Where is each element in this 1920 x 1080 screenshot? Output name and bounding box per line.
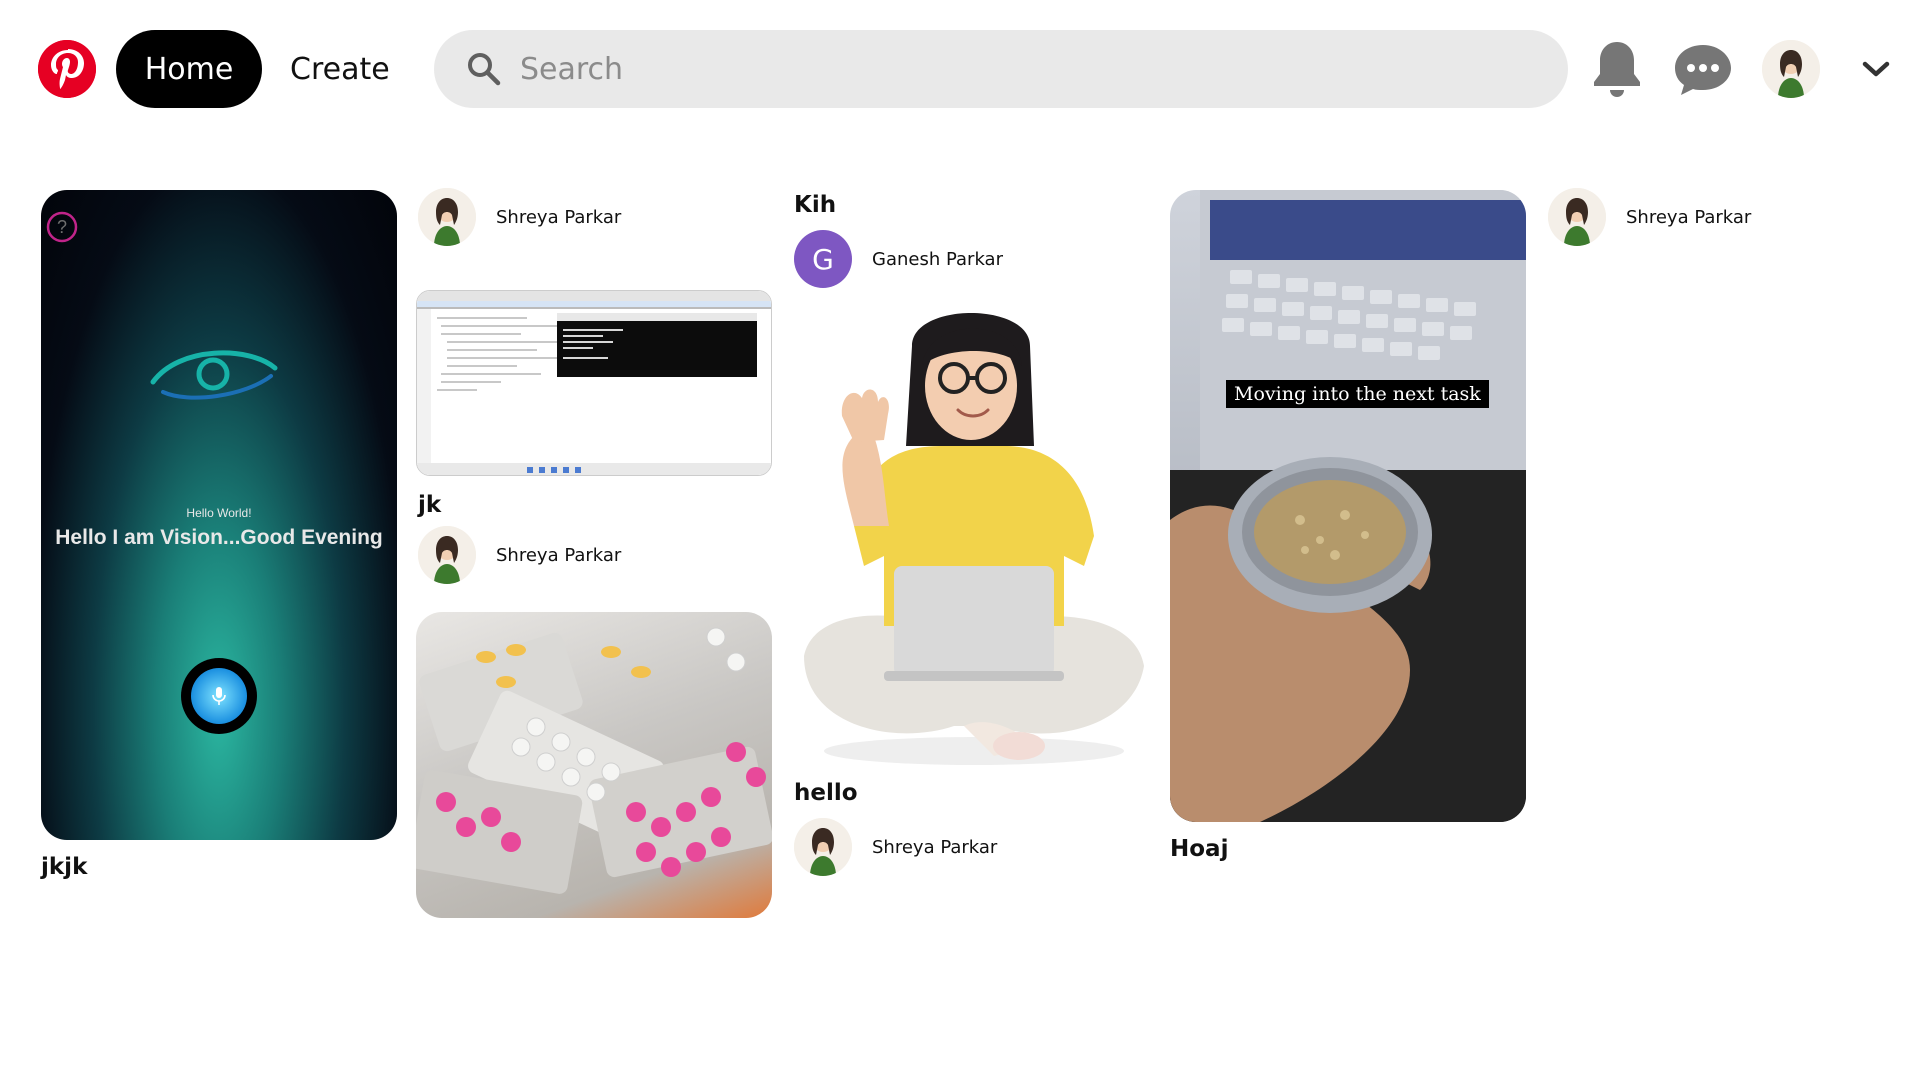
avatar	[1762, 40, 1820, 98]
svg-text:?: ?	[57, 217, 67, 237]
eye-logo-icon	[150, 350, 278, 400]
pin-title[interactable]: Kih	[794, 192, 836, 218]
search-bar[interactable]	[434, 30, 1568, 108]
author-name: Shreya Parkar	[872, 836, 998, 858]
pin-title[interactable]: hello	[794, 780, 858, 806]
pin-image-tea-cup[interactable]: Moving into the next task	[1170, 190, 1526, 822]
avatar	[794, 818, 852, 876]
microphone-icon	[191, 668, 247, 724]
pin-image-vision-app[interactable]: ? Hello World! Hello I am Vision...Good …	[41, 190, 397, 840]
search-input[interactable]	[520, 51, 1520, 87]
account-menu-chevron-down-icon[interactable]	[1854, 36, 1898, 102]
messages-chat-icon[interactable]	[1672, 36, 1734, 102]
pin-image-pills[interactable]	[416, 612, 772, 918]
help-question-icon: ?	[46, 211, 78, 243]
pin-image-3d-person-laptop[interactable]	[794, 306, 1150, 776]
avatar	[418, 188, 476, 246]
pin-image-code-editor[interactable]	[416, 290, 772, 476]
microphone-button	[181, 658, 257, 734]
pin-author[interactable]: Shreya Parkar	[418, 188, 621, 246]
search-icon	[468, 53, 501, 86]
author-name: Shreya Parkar	[1626, 206, 1752, 228]
image-greeting-small: Hello World!	[186, 506, 252, 520]
pin-title[interactable]: jkjk	[41, 854, 87, 880]
notifications-bell-icon[interactable]	[1586, 36, 1648, 102]
profile-avatar[interactable]	[1758, 36, 1824, 102]
pin-author[interactable]: Shreya Parkar	[794, 818, 997, 876]
avatar-letter: G	[794, 230, 852, 288]
avatar	[1548, 188, 1606, 246]
image-caption: Moving into the next task	[1226, 380, 1489, 408]
pin-author[interactable]: Shreya Parkar	[418, 526, 621, 584]
pin-title[interactable]: jk	[418, 492, 441, 518]
create-tab[interactable]: Create	[290, 30, 390, 108]
pin-author[interactable]: Shreya Parkar	[1548, 188, 1751, 246]
home-tab[interactable]: Home	[116, 30, 262, 108]
top-navigation-bar: Home Create	[0, 0, 1920, 140]
pinterest-logo-icon[interactable]	[38, 40, 96, 98]
author-name: Ganesh Parkar	[872, 248, 1003, 270]
pin-title[interactable]: Hoaj	[1170, 836, 1228, 862]
image-greeting-large: Hello I am Vision...Good Evening	[55, 526, 383, 549]
pin-author[interactable]: G Ganesh Parkar	[794, 230, 1003, 288]
author-name: Shreya Parkar	[496, 544, 622, 566]
author-name: Shreya Parkar	[496, 206, 622, 228]
avatar	[418, 526, 476, 584]
